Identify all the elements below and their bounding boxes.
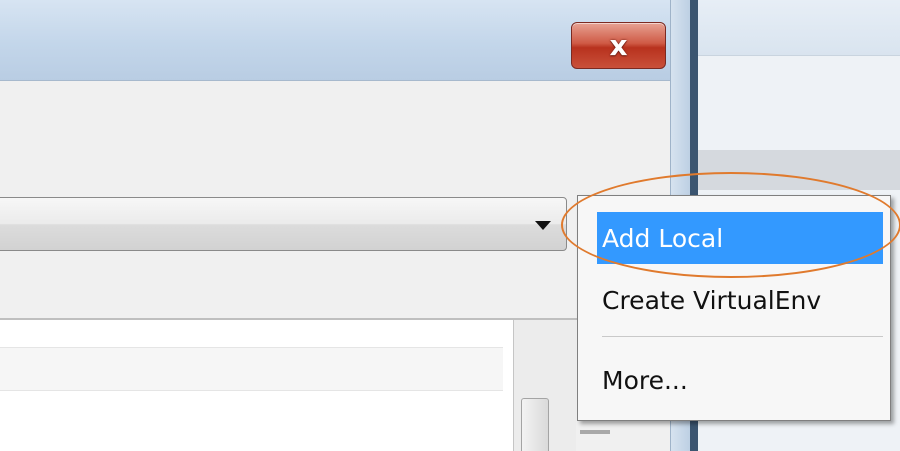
remove-icon[interactable] [580,430,610,434]
background-window-header [698,0,900,56]
highlight-annotation [561,172,900,278]
interpreter-combo-box[interactable] [0,197,567,251]
scrollbar-thumb[interactable] [521,398,549,451]
dropdown-arrow-icon[interactable] [535,221,551,230]
menu-item-more[interactable]: More... [597,354,883,406]
menu-separator [602,336,883,337]
list-row[interactable] [0,347,503,391]
close-button[interactable]: x [571,22,666,69]
title-bar: x [0,0,690,81]
close-icon: x [609,28,628,62]
menu-item-create-virtualenv[interactable]: Create VirtualEnv [597,274,883,326]
